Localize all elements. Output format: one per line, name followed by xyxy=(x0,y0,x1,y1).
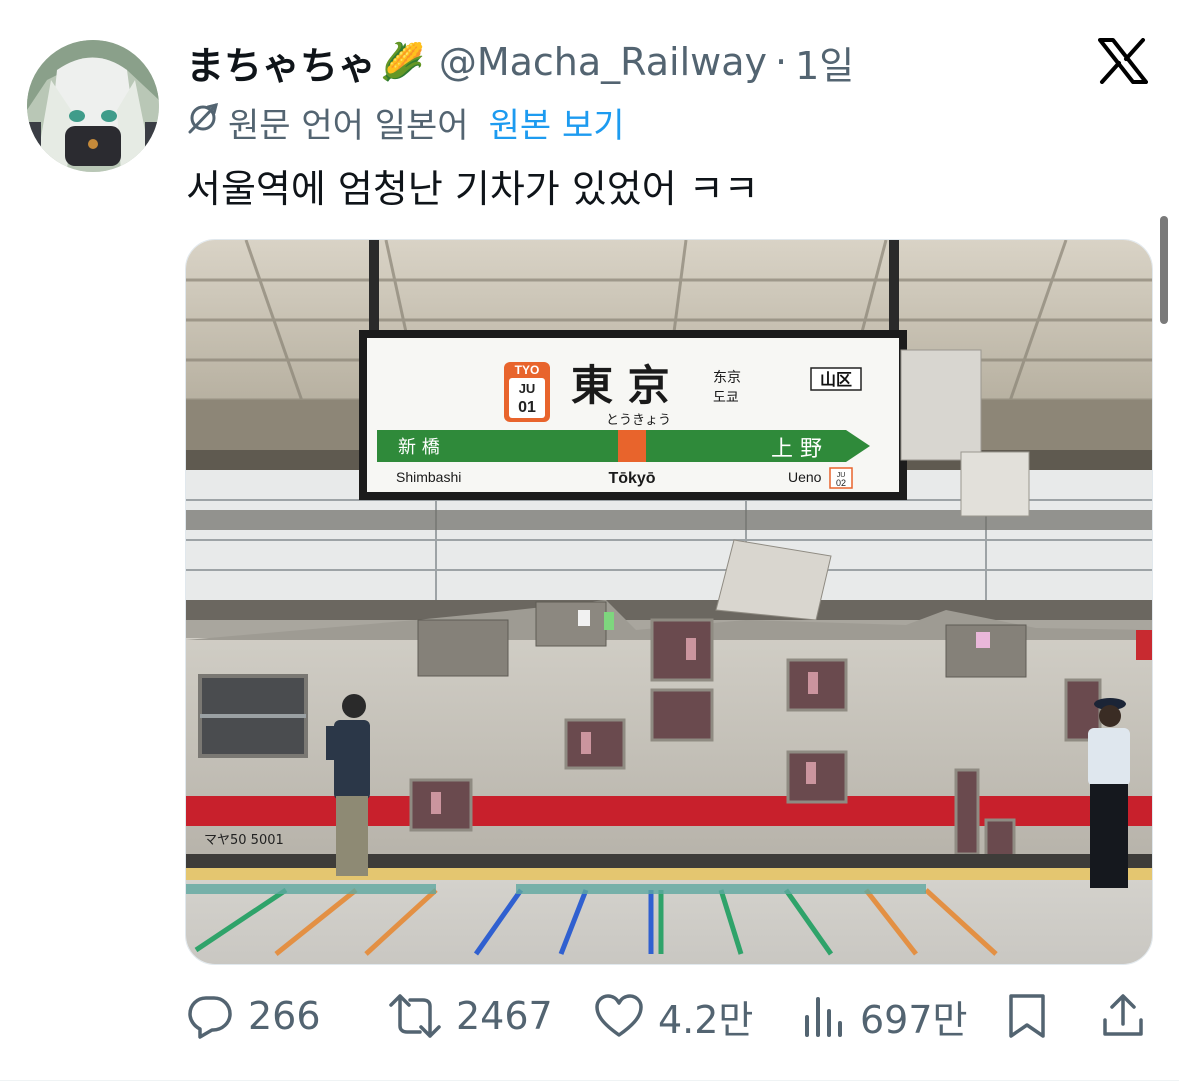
bookmark-button[interactable] xyxy=(1006,990,1048,1042)
like-count: 4.2만 xyxy=(658,997,754,1042)
views-count: 697만 xyxy=(860,997,968,1042)
station-name-korean: 도쿄 xyxy=(713,390,739,406)
station-sign: TYO JU 01 東 京 とうきょう 东京 도쿄 山区 新 橋 上 野 Shi… xyxy=(359,330,907,500)
timestamp[interactable]: 1일 xyxy=(795,35,854,90)
tweet-photo[interactable]: TYO JU 01 東 京 とうきょう 东京 도쿄 山区 新 橋 上 野 Shi… xyxy=(185,239,1153,965)
car-number: マヤ50 5001 xyxy=(204,833,284,848)
repost-button[interactable]: 2467 xyxy=(388,990,553,1042)
tweet-header: まちゃちゃ 🌽 @Macha_Railway · 1일 xyxy=(186,34,854,90)
station-code: TYO xyxy=(515,363,540,377)
reply-button[interactable]: 266 xyxy=(186,990,321,1042)
next-station-kanji: 上 野 xyxy=(771,437,822,462)
scrollbar[interactable] xyxy=(1160,216,1168,324)
display-name[interactable]: まちゃちゃ xyxy=(186,35,376,90)
action-bar: 266 2467 4.2만 697만 xyxy=(0,990,1179,1042)
station-name-romaji: Tōkyō xyxy=(608,470,655,487)
station-name-chinese: 东京 xyxy=(713,370,741,386)
station-name-kanji: 東 京 xyxy=(571,361,670,410)
station-marker xyxy=(618,430,646,462)
views-icon xyxy=(805,997,842,1037)
bookmark-icon xyxy=(1009,994,1045,1038)
heart-icon xyxy=(595,994,643,1037)
avatar[interactable] xyxy=(27,40,159,172)
translate-icon xyxy=(186,101,220,144)
share-button[interactable] xyxy=(1100,990,1146,1042)
reply-count: 266 xyxy=(248,994,321,1038)
translation-row: 원문 언어 일본어 원본 보기 xyxy=(186,98,625,147)
avatar-image xyxy=(27,40,159,172)
tweet-text: 서울역에 엄청난 기차가 있었어 ㅋㅋ xyxy=(186,167,759,211)
line-number: 01 xyxy=(518,399,536,416)
repost-count: 2467 xyxy=(456,994,553,1038)
show-original-link[interactable]: 원본 보기 xyxy=(489,98,625,147)
line-code: JU xyxy=(519,381,536,396)
divider xyxy=(0,1080,1179,1081)
reply-icon xyxy=(188,996,232,1039)
x-logo-icon[interactable] xyxy=(1098,38,1148,84)
corn-emoji: 🌽 xyxy=(380,42,425,83)
station-name-hiragana: とうきょう xyxy=(606,413,671,428)
next-station-romaji: Ueno xyxy=(788,469,822,485)
prev-station-kanji: 新 橋 xyxy=(398,437,440,458)
share-icon xyxy=(1103,994,1143,1036)
translation-note: 원문 언어 일본어 xyxy=(228,105,469,146)
zone-badge: 山区 xyxy=(820,370,852,389)
user-handle[interactable]: @Macha_Railway xyxy=(439,40,767,84)
like-button[interactable]: 4.2만 xyxy=(594,990,753,1042)
next-line-number: 02 xyxy=(836,478,846,488)
prev-station-romaji: Shimbashi xyxy=(396,469,461,485)
views-button[interactable]: 697만 xyxy=(802,990,968,1042)
photo-canvas: TYO JU 01 東 京 とうきょう 东京 도쿄 山区 新 橋 上 野 Shi… xyxy=(186,240,1152,964)
separator-dot: · xyxy=(775,40,788,84)
repost-icon xyxy=(389,994,441,1038)
